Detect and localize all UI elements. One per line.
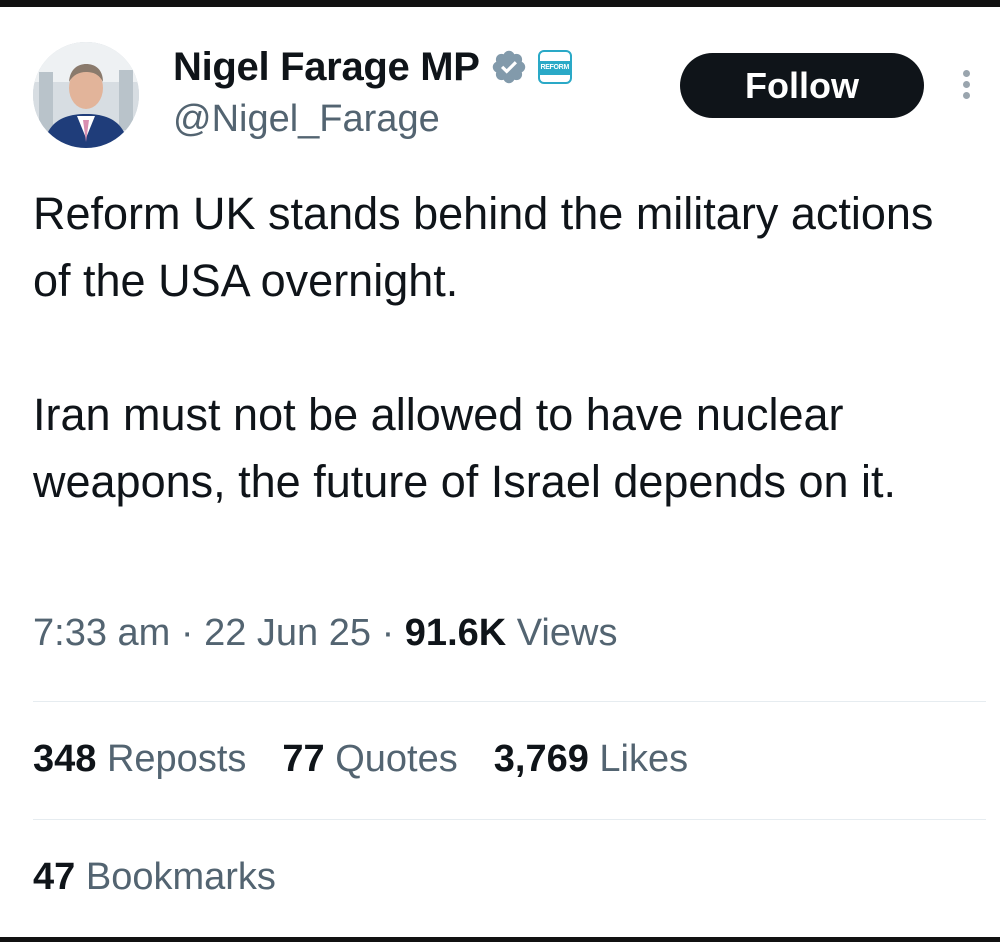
engagement-stats: 348 Reposts 77 Quotes 3,769 Likes: [33, 738, 724, 781]
bookmarks-count: 47: [33, 856, 76, 898]
author-name-row: Nigel Farage MP REFORM UK: [173, 40, 572, 94]
author-handle[interactable]: @Nigel_Farage: [173, 98, 440, 141]
bookmarks-stat[interactable]: 47 Bookmarks: [33, 856, 276, 899]
tweet-paragraph: Iran must not be allowed to have nuclear…: [33, 389, 897, 507]
affiliate-badge-text: REFORM UK: [540, 64, 569, 83]
quotes-label: Quotes: [335, 738, 458, 780]
divider: [33, 819, 986, 820]
quotes-stat[interactable]: 77 Quotes: [282, 738, 457, 781]
quotes-count: 77: [282, 738, 325, 780]
more-options-icon[interactable]: [959, 70, 973, 104]
meta-separator: ·: [381, 612, 395, 654]
tweet-text: Reform UK stands behind the military act…: [33, 180, 973, 515]
verified-badge-icon[interactable]: [490, 48, 528, 86]
bookmarks-label: Bookmarks: [85, 856, 276, 898]
reposts-count: 348: [33, 738, 97, 780]
divider: [33, 701, 986, 702]
bottom-edge-bar: [0, 937, 1000, 942]
author-display-name[interactable]: Nigel Farage MP: [173, 45, 480, 90]
meta-separator: ·: [180, 612, 194, 654]
reposts-label: Reposts: [106, 738, 247, 780]
follow-button[interactable]: Follow: [680, 53, 924, 118]
likes-label: Likes: [599, 738, 689, 780]
likes-count: 3,769: [493, 738, 589, 780]
tweet-date[interactable]: 22 Jun 25: [204, 612, 371, 654]
views-label: Views: [516, 612, 618, 654]
reposts-stat[interactable]: 348 Reposts: [33, 738, 246, 781]
views-count: 91.6K: [404, 612, 507, 654]
tweet-meta: 7:33 am · 22 Jun 25 · 91.6K Views: [33, 612, 617, 655]
tweet-time[interactable]: 7:33 am: [33, 612, 170, 654]
top-edge-bar: [0, 0, 1000, 7]
affiliate-badge-icon[interactable]: REFORM UK: [537, 50, 572, 84]
tweet-paragraph: Reform UK stands behind the military act…: [33, 188, 934, 306]
avatar[interactable]: [33, 42, 139, 148]
likes-stat[interactable]: 3,769 Likes: [494, 738, 688, 781]
